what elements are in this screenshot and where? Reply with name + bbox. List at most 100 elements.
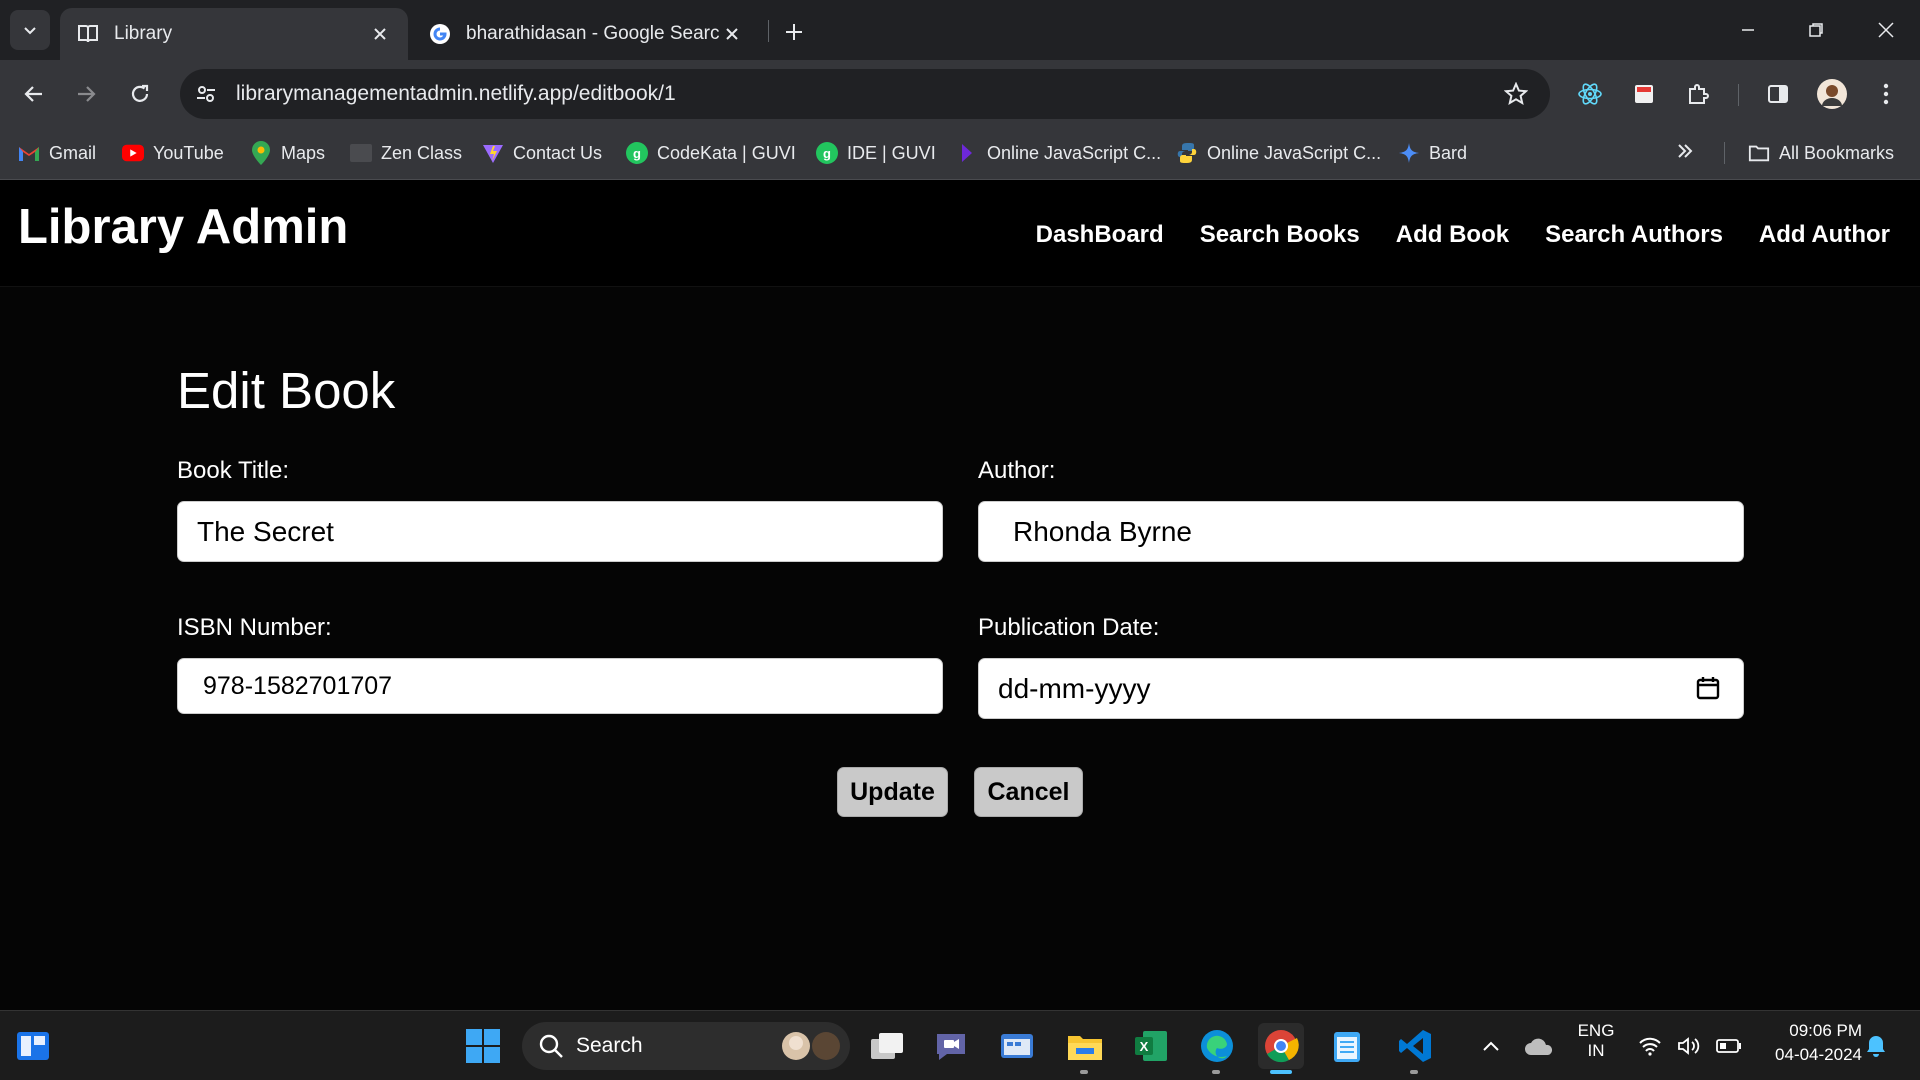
edge-icon[interactable] bbox=[1194, 1023, 1240, 1069]
minimize-icon bbox=[1742, 29, 1754, 31]
arrow-left-icon bbox=[24, 86, 42, 102]
reload-button[interactable] bbox=[120, 74, 160, 114]
teams-chat-icon[interactable] bbox=[928, 1023, 974, 1069]
all-bookmarks-button[interactable]: All Bookmarks bbox=[1748, 138, 1894, 168]
youtube-icon bbox=[122, 142, 144, 164]
show-hidden-icons-button[interactable] bbox=[1468, 1023, 1514, 1069]
nav-search-authors[interactable]: Search Authors bbox=[1545, 221, 1723, 249]
bookmark-codekata[interactable]: g CodeKata | GUVI bbox=[626, 138, 796, 168]
book-icon bbox=[76, 22, 100, 46]
publication-date-placeholder: dd-mm-yyyy bbox=[998, 672, 1151, 704]
new-tab-button[interactable] bbox=[776, 14, 812, 50]
clock-time: 09:06 PM bbox=[1789, 1021, 1862, 1040]
bookmark-youtube[interactable]: YouTube bbox=[122, 138, 224, 168]
author-value: Rhonda Byrne bbox=[1013, 515, 1193, 547]
notifications-icon[interactable] bbox=[1856, 1023, 1896, 1069]
chrome-icon[interactable] bbox=[1258, 1023, 1304, 1069]
bookmark-bard[interactable]: Bard bbox=[1398, 138, 1467, 168]
update-button[interactable]: Update bbox=[837, 767, 948, 817]
tab-library[interactable]: Library bbox=[60, 8, 408, 60]
more-menu-icon[interactable] bbox=[1866, 74, 1906, 114]
forward-button[interactable] bbox=[66, 74, 106, 114]
running-indicator bbox=[1080, 1070, 1088, 1074]
brand-title: Library Admin bbox=[18, 200, 349, 254]
svg-text:X: X bbox=[1140, 1039, 1149, 1054]
double-chevron-right-icon bbox=[1676, 143, 1694, 164]
vscode-icon[interactable] bbox=[1392, 1023, 1438, 1069]
bookmark-online-js-1[interactable]: Online JavaScript C... bbox=[956, 138, 1161, 168]
nav-dashboard[interactable]: DashBoard bbox=[1036, 221, 1164, 249]
clock[interactable]: 09:06 PM 04-04-2024 bbox=[1752, 1021, 1862, 1065]
chevron-down-icon bbox=[24, 27, 36, 35]
bookmark-maps[interactable]: Maps bbox=[250, 138, 325, 168]
author-input[interactable]: Rhonda Byrne bbox=[978, 501, 1744, 562]
isbn-input[interactable]: 978-1582701707 bbox=[177, 658, 943, 714]
volume-icon bbox=[1678, 1037, 1700, 1055]
svg-text:g: g bbox=[823, 146, 831, 161]
toolbar-divider bbox=[1738, 84, 1739, 106]
search-highlight-image bbox=[774, 1026, 844, 1066]
guvi-icon: g bbox=[626, 142, 648, 164]
address-bar[interactable]: librarymanagementadmin.netlify.app/editb… bbox=[180, 69, 1550, 119]
window-close-button[interactable] bbox=[1862, 10, 1910, 50]
file-explorer-icon[interactable] bbox=[1062, 1023, 1108, 1069]
taskbar-search[interactable]: Search bbox=[522, 1022, 850, 1070]
minimize-button[interactable] bbox=[1724, 10, 1772, 50]
folder-icon bbox=[1748, 142, 1770, 164]
windows-logo-icon bbox=[466, 1029, 500, 1063]
clock-date: 04-04-2024 bbox=[1775, 1045, 1862, 1064]
nav-search-books[interactable]: Search Books bbox=[1200, 221, 1360, 249]
bookmark-zen-class[interactable]: Zen Class bbox=[350, 138, 462, 168]
task-view-icon[interactable] bbox=[864, 1023, 910, 1069]
taskbar-search-label: Search bbox=[576, 1034, 643, 1057]
side-panel-icon[interactable] bbox=[1758, 74, 1798, 114]
bard-icon bbox=[1398, 142, 1420, 164]
bookmarks-bar: Gmail YouTube Maps Zen Class Contact Us … bbox=[0, 128, 1920, 180]
bookmarks-divider bbox=[1724, 142, 1725, 164]
gmail-icon bbox=[18, 142, 40, 164]
tab-search-button[interactable] bbox=[10, 10, 50, 50]
nav-add-book[interactable]: Add Book bbox=[1396, 221, 1509, 249]
system-tray-status[interactable] bbox=[1630, 1023, 1750, 1069]
restore-icon bbox=[1809, 23, 1823, 37]
publication-date-label: Publication Date: bbox=[978, 614, 1160, 641]
app-window-icon[interactable] bbox=[994, 1023, 1040, 1069]
cancel-button[interactable]: Cancel bbox=[974, 767, 1083, 817]
profile-avatar[interactable] bbox=[1812, 74, 1852, 114]
language-indicator[interactable]: ENG IN bbox=[1568, 1021, 1624, 1061]
onedrive-icon[interactable] bbox=[1516, 1023, 1562, 1069]
bookmarks-overflow-button[interactable] bbox=[1676, 138, 1694, 168]
windows-taskbar: Search X ENG IN 09:06 PM 04-04-2024 bbox=[0, 1010, 1920, 1080]
calendar-icon[interactable] bbox=[1695, 675, 1721, 701]
guvi-icon: g bbox=[816, 142, 838, 164]
bookmark-ide-guvi[interactable]: g IDE | GUVI bbox=[816, 138, 936, 168]
start-button[interactable] bbox=[460, 1023, 506, 1069]
publication-date-input[interactable]: dd-mm-yyyy bbox=[978, 658, 1744, 719]
bookmark-gmail[interactable]: Gmail bbox=[18, 138, 96, 168]
tab-google-search[interactable]: bharathidasan - Google Search bbox=[412, 8, 760, 60]
book-title-input[interactable]: The Secret bbox=[177, 501, 943, 562]
isbn-label: ISBN Number: bbox=[177, 614, 332, 641]
restore-button[interactable] bbox=[1792, 10, 1840, 50]
widgets-icon[interactable] bbox=[10, 1023, 56, 1069]
react-devtools-icon[interactable] bbox=[1570, 74, 1610, 114]
bookmark-contact-us[interactable]: Contact Us bbox=[482, 138, 602, 168]
tab-divider bbox=[768, 20, 769, 42]
browser-toolbar: librarymanagementadmin.netlify.app/editb… bbox=[0, 60, 1920, 128]
close-icon[interactable] bbox=[368, 22, 392, 46]
bookmark-online-js-2[interactable]: Online JavaScript C... bbox=[1176, 138, 1381, 168]
google-icon bbox=[428, 22, 452, 46]
excel-icon[interactable]: X bbox=[1128, 1023, 1174, 1069]
nav-add-author[interactable]: Add Author bbox=[1759, 221, 1890, 249]
site-info-icon[interactable] bbox=[186, 74, 226, 114]
battery-icon bbox=[1716, 1039, 1742, 1053]
puzzle-icon[interactable] bbox=[1678, 74, 1718, 114]
search-icon bbox=[539, 1034, 563, 1058]
back-button[interactable] bbox=[14, 74, 54, 114]
close-icon[interactable] bbox=[720, 22, 744, 46]
notepad-icon[interactable] bbox=[1324, 1023, 1370, 1069]
extension-icon[interactable] bbox=[1624, 74, 1664, 114]
book-title-label: Book Title: bbox=[177, 457, 290, 484]
bookmark-star-icon[interactable] bbox=[1496, 74, 1536, 114]
main-nav: DashBoard Search Books Add Book Search A… bbox=[1000, 221, 1890, 249]
